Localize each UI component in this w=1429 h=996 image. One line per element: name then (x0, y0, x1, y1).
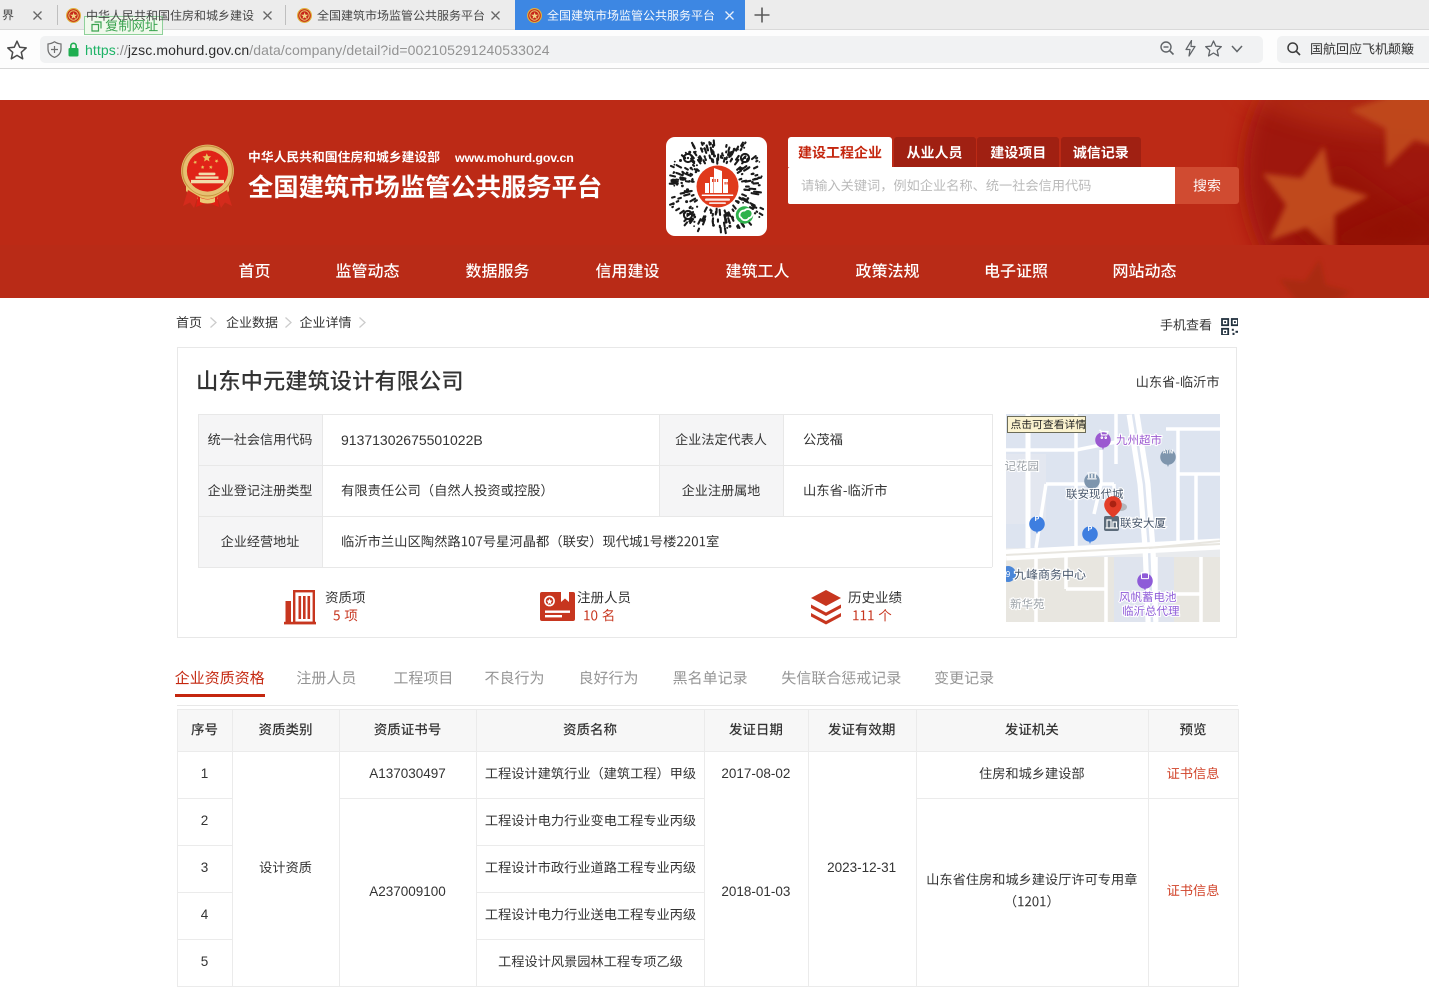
svg-text:★: ★ (69, 11, 77, 21)
svg-text:★: ★ (300, 11, 308, 21)
svg-text:★: ★ (530, 11, 538, 21)
svg-text:P: P (1035, 516, 1040, 523)
svg-text:ATM: ATM (1163, 449, 1174, 455)
svg-text:9: 9 (1006, 570, 1011, 579)
svg-text:P: P (1088, 526, 1093, 533)
